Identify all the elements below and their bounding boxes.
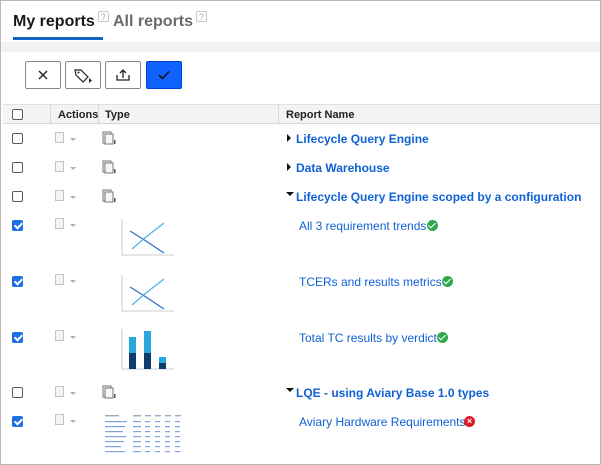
report-tabs: My reports? All reports? (1, 1, 600, 43)
chevron-down-icon[interactable] (70, 167, 76, 170)
folder-type-icon (102, 160, 116, 174)
expand-collapse-icon[interactable] (286, 192, 294, 196)
line-chart-thumbnail (121, 219, 174, 256)
help-icon[interactable]: ? (196, 11, 208, 22)
column-divider (98, 105, 99, 125)
chevron-down-icon[interactable] (70, 392, 76, 395)
expand-collapse-icon[interactable] (287, 163, 291, 171)
actions-menu-icon[interactable] (55, 274, 64, 285)
report-name-column-header: Report Name (286, 109, 355, 121)
row-checkbox[interactable] (12, 387, 23, 398)
row-checkbox[interactable] (12, 191, 23, 202)
actions-menu-icon[interactable] (55, 190, 64, 201)
report-name[interactable]: TCERs and results metrics (299, 275, 442, 289)
export-button[interactable] (105, 61, 141, 89)
select-all-checkbox[interactable] (12, 109, 23, 120)
table-row: Lifecycle Query Engine (3, 127, 600, 151)
report-name[interactable]: Aviary Hardware Requirements (299, 415, 466, 429)
row-checkbox[interactable] (12, 276, 23, 287)
chevron-down-icon[interactable] (70, 196, 76, 199)
status-error-icon: × (464, 416, 475, 427)
chevron-down-icon[interactable] (70, 420, 76, 423)
table-header: Actions Type Report Name (3, 104, 600, 125)
actions-menu-icon[interactable] (55, 330, 64, 341)
report-folder-name[interactable]: Lifecycle Query Engine (296, 132, 429, 146)
table-row: TCERs and results metrics (3, 269, 600, 321)
table-row: Aviary Hardware Requirements × (3, 409, 600, 461)
tab-all-reports-label: All reports (113, 13, 194, 30)
active-tab-indicator (13, 37, 103, 40)
bar-chart-thumbnail (121, 329, 174, 370)
expand-collapse-icon[interactable] (286, 388, 294, 392)
folder-type-icon (102, 189, 116, 203)
table-row: Lifecycle Query Engine scoped by a confi… (3, 185, 600, 209)
table-row: All 3 requirement trends (3, 213, 600, 265)
report-folder-name[interactable]: Lifecycle Query Engine scoped by a confi… (296, 190, 581, 204)
tab-my-reports[interactable]: My reports? (13, 11, 109, 31)
chevron-down-icon[interactable] (70, 336, 76, 339)
row-checkbox[interactable] (12, 133, 23, 144)
tab-all-reports[interactable]: All reports? (113, 11, 208, 31)
table-thumbnail (103, 412, 187, 456)
row-checkbox[interactable] (12, 162, 23, 173)
report-name[interactable]: All 3 requirement trends (299, 219, 426, 233)
chevron-down-icon[interactable] (70, 280, 76, 283)
status-ok-icon (427, 220, 438, 231)
row-checkbox[interactable] (12, 332, 23, 343)
close-icon (38, 70, 48, 80)
actions-menu-icon[interactable] (55, 161, 64, 172)
report-name[interactable]: Total TC results by verdict (299, 331, 437, 345)
actions-menu-icon[interactable] (55, 386, 64, 397)
table-row: Data Warehouse (3, 156, 600, 180)
help-icon[interactable]: ? (97, 11, 109, 22)
table-row: Total TC results by verdict (3, 325, 600, 377)
actions-menu-icon[interactable] (55, 414, 64, 425)
tag-button[interactable] (65, 61, 101, 89)
report-folder-name[interactable]: Data Warehouse (296, 161, 390, 175)
expand-collapse-icon[interactable] (287, 134, 291, 142)
row-checkbox[interactable] (12, 220, 23, 231)
actions-menu-icon[interactable] (55, 218, 64, 229)
folder-type-icon (102, 385, 116, 399)
tab-my-reports-label: My reports (13, 13, 95, 30)
column-divider (50, 105, 51, 125)
type-column-header: Type (105, 109, 130, 121)
chevron-down-icon[interactable] (70, 138, 76, 141)
line-chart-thumbnail (121, 275, 174, 312)
chevron-down-icon[interactable] (70, 224, 76, 227)
column-divider (278, 105, 279, 125)
status-ok-icon (437, 332, 448, 343)
actions-column-header: Actions (58, 109, 99, 121)
upload-icon (116, 69, 130, 81)
folder-type-icon (102, 131, 116, 145)
tab-divider-band (1, 42, 600, 52)
status-ok-icon (442, 276, 453, 287)
confirm-button[interactable] (146, 61, 182, 89)
row-checkbox[interactable] (12, 416, 23, 427)
actions-menu-icon[interactable] (55, 132, 64, 143)
close-button[interactable] (25, 61, 61, 89)
table-row: LQE - using Aviary Base 1.0 types (3, 381, 600, 405)
reports-window: My reports? All reports? Actions Type Re… (0, 0, 601, 465)
report-folder-name[interactable]: LQE - using Aviary Base 1.0 types (296, 386, 489, 400)
tag-icon (74, 69, 92, 83)
check-icon (158, 70, 170, 80)
